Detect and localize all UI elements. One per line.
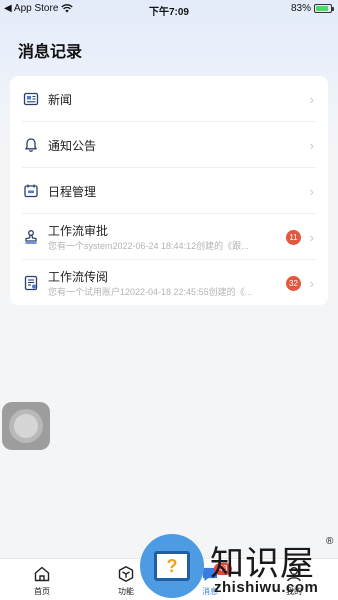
list-item-circulation[interactable]: 工作流传阅 您有一个试用账户12022-04-18 22:45:55创建的《..… bbox=[10, 260, 328, 306]
news-icon bbox=[23, 91, 39, 107]
list-item-subtitle: 您有一个试用账户12022-04-18 22:45:55创建的《... bbox=[48, 287, 253, 297]
assistive-touch-button[interactable] bbox=[2, 402, 50, 450]
watermark-logo: ? 知识屋 ® zhishiwu.com bbox=[140, 534, 338, 600]
list-item-notice[interactable]: 通知公告 › bbox=[10, 122, 328, 168]
list-item-label: 工作流审批 bbox=[48, 224, 109, 238]
page-title: 消息记录 bbox=[18, 44, 83, 61]
tab-label: 首页 bbox=[34, 587, 50, 596]
list-item-schedule[interactable]: 日程管理 › bbox=[10, 168, 328, 214]
list-item-label: 日程管理 bbox=[48, 184, 97, 199]
list-item-label: 工作流传阅 bbox=[48, 270, 109, 284]
watermark-screen: ? bbox=[154, 551, 190, 581]
battery-fill bbox=[316, 6, 328, 11]
assistive-touch-ring bbox=[9, 409, 43, 443]
chevron-right-icon: › bbox=[309, 229, 314, 245]
unread-badge: 11 bbox=[286, 229, 301, 245]
battery-status: 83% bbox=[290, 3, 334, 14]
cube-icon bbox=[118, 566, 134, 582]
stamp-icon bbox=[23, 229, 39, 245]
battery-icon bbox=[314, 4, 334, 13]
home-icon bbox=[34, 566, 50, 582]
chevron-right-icon: › bbox=[309, 137, 314, 153]
unread-badge: 32 bbox=[286, 275, 301, 291]
chevron-right-icon: › bbox=[309, 91, 314, 107]
status-time: 下午7:09 bbox=[148, 7, 189, 18]
list-item-label: 通知公告 bbox=[48, 138, 97, 153]
watermark-monitor-icon: ? bbox=[140, 534, 204, 598]
watermark-title: 知识屋 bbox=[210, 544, 315, 584]
chevron-right-icon: › bbox=[309, 275, 314, 291]
list-item-approval[interactable]: 工作流审批 您有一个system2022-06-24 18:44:12创建的《跟… bbox=[10, 214, 328, 260]
battery-percent: 83% bbox=[290, 3, 311, 14]
message-list-card: 新闻 › 通知公告 › 日程管理 › 工作流审批 您有一个system2022-… bbox=[10, 76, 328, 305]
status-bar: ◀ App Store 下午7:09 83% bbox=[0, 0, 338, 18]
watermark-url: zhishiwu.com bbox=[214, 579, 319, 596]
list-item-label: 新闻 bbox=[48, 92, 73, 107]
watermark-glyph: ? bbox=[166, 555, 178, 576]
chevron-right-icon: › bbox=[309, 183, 314, 199]
list-item-subtitle: 您有一个system2022-06-24 18:44:12创建的《跟... bbox=[48, 241, 249, 251]
document-icon bbox=[23, 275, 39, 291]
calendar-icon bbox=[23, 183, 39, 199]
tab-home[interactable]: 首页 bbox=[0, 559, 84, 600]
watermark-registered-mark: ® bbox=[326, 536, 334, 547]
bell-icon bbox=[23, 137, 39, 153]
list-item-news[interactable]: 新闻 › bbox=[10, 76, 328, 122]
assistive-touch-core bbox=[14, 414, 38, 438]
